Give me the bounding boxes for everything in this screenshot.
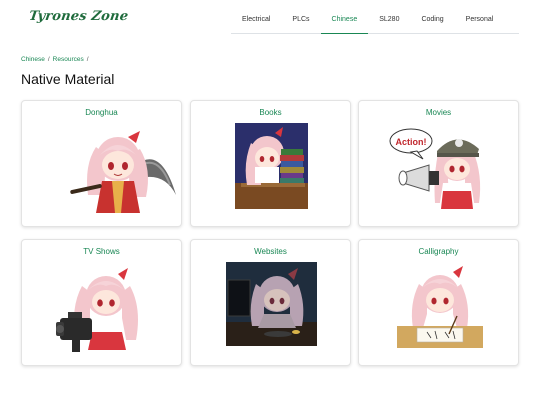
nav-tabs: Electrical PLCs Chinese SL280 Coding Per… (231, 8, 519, 34)
card-calligraphy[interactable]: Calligraphy (358, 239, 519, 366)
card-image (397, 264, 483, 348)
nav-item-personal[interactable]: Personal (455, 8, 505, 34)
card-title: Calligraphy (418, 247, 459, 256)
chibi-girl-with-book-stack-image (235, 123, 308, 209)
card-image (56, 264, 154, 352)
nav-item-sl280[interactable]: SL280 (368, 8, 410, 34)
card-donghua[interactable]: Donghua (21, 100, 182, 227)
card-title: Donghua (85, 108, 118, 117)
card-title: Books (259, 108, 282, 117)
breadcrumb-chinese[interactable]: Chinese (21, 56, 45, 63)
chibi-girl-with-sword-image (70, 131, 176, 213)
site-logo[interactable]: Tyrones Zone (28, 9, 129, 24)
breadcrumb-separator: / (86, 56, 89, 63)
card-books[interactable]: Books (190, 100, 351, 227)
card-movies[interactable]: Movies Action! (358, 100, 519, 227)
nav-item-electrical[interactable]: Electrical (231, 8, 281, 34)
chibi-girl-at-computer-image (226, 262, 317, 346)
nav-item-coding[interactable]: Coding (410, 8, 454, 34)
chibi-girl-writing-image (397, 266, 483, 348)
card-image (226, 262, 317, 346)
page-title: Native Material (21, 71, 115, 87)
chibi-girl-with-camera-image (56, 268, 138, 352)
nav-item-chinese[interactable]: Chinese (320, 8, 369, 34)
card-title: TV Shows (83, 247, 120, 256)
breadcrumb-resources[interactable]: Resources (53, 56, 84, 63)
card-tv-shows[interactable]: TV Shows (21, 239, 182, 366)
top-navbar: Tyrones Zone Electrical PLCs Chinese SL2… (0, 0, 540, 40)
chibi-girl-with-megaphone-image: Action! (389, 128, 481, 209)
action-bubble-text: Action! (396, 137, 427, 147)
card-websites[interactable]: Websites (190, 239, 351, 366)
card-image (66, 125, 178, 215)
nav-item-plcs[interactable]: PLCs (281, 8, 320, 34)
card-image: Action! (389, 125, 489, 211)
card-image (235, 123, 308, 209)
card-title: Websites (254, 247, 287, 256)
card-title: Movies (425, 108, 452, 117)
breadcrumb: Chinese / Resources / (21, 56, 89, 63)
breadcrumb-separator: / (47, 56, 50, 63)
